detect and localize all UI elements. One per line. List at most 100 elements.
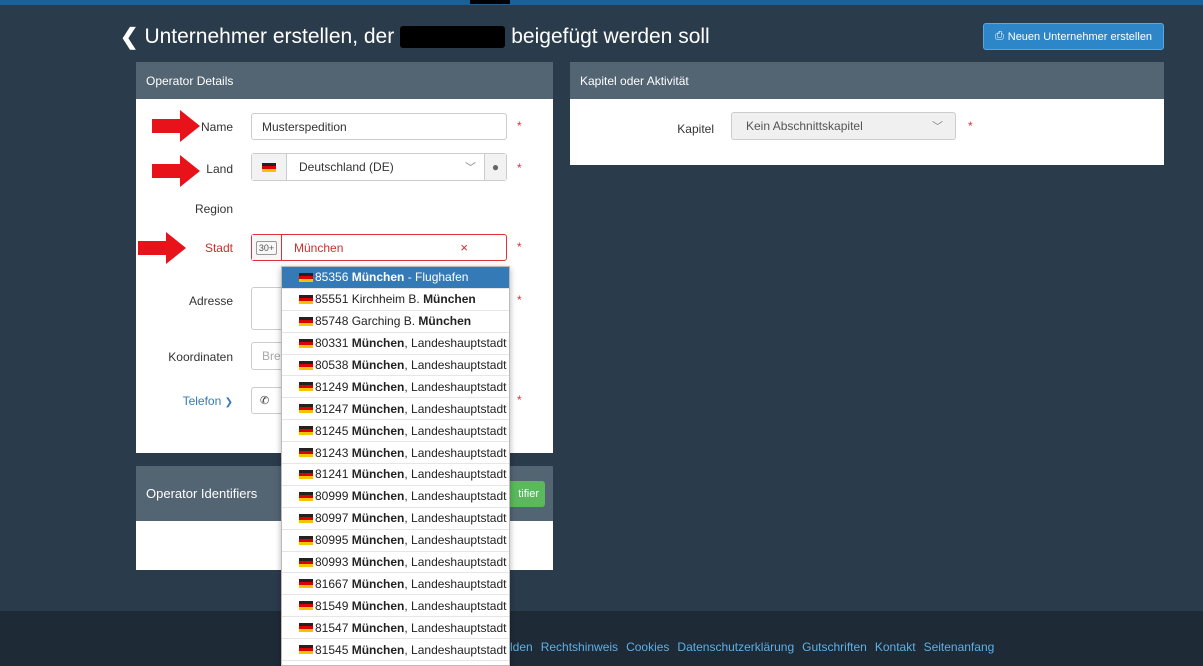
city-field[interactable]: 30+ München ×: [251, 234, 507, 261]
chevron-down-icon: ﹀: [465, 162, 476, 174]
footer-links: lden Rechtshinweis Cookies Datenschutzerklä…: [510, 640, 1002, 654]
flag-germany-icon: [299, 535, 313, 545]
flag-germany-icon: [252, 154, 287, 180]
chapter-header: Kapitel oder Aktivität: [570, 62, 1164, 99]
city-option-text: 81241 München, Landeshauptstadt: [315, 467, 507, 482]
chapter-select[interactable]: Kein Abschnittskapitel ﹀: [731, 112, 956, 140]
flag-germany-icon: [299, 623, 313, 633]
city-option[interactable]: 80538 München, Landeshauptstadt: [282, 355, 509, 377]
country-value: Deutschland (DE): [299, 160, 394, 174]
required-marker: *: [968, 119, 973, 133]
flag-germany-icon: [299, 448, 313, 458]
city-option-text: 81549 München, Landeshauptstadt: [315, 598, 507, 613]
chapter-panel: Kapitel oder Aktivität Kapitel Kein Absc…: [570, 62, 1164, 165]
city-option-text: 80999 München, Landeshauptstadt: [315, 489, 507, 504]
footer-link[interactable]: Kontakt: [875, 640, 916, 654]
page-title-text-after: beigefügt werden soll: [511, 25, 710, 48]
city-option[interactable]: 81547 München, Landeshauptstadt: [282, 617, 509, 640]
stadt-label: Stadt: [204, 241, 233, 255]
region-label: Region: [194, 202, 233, 216]
footer-link[interactable]: lden: [510, 640, 533, 654]
phone-icon: ✆: [260, 395, 270, 407]
page-title: ❮ Unternehmer erstellen, der beigefügt w…: [120, 24, 710, 50]
flag-germany-icon: [299, 360, 313, 370]
chapter-value: Kein Abschnittskapitel: [746, 119, 863, 133]
city-option[interactable]: 85551 Kirchheim B. München: [282, 289, 509, 311]
city-option-text: 81245 München, Landeshauptstadt: [315, 423, 507, 438]
flag-germany-icon: [299, 469, 313, 479]
new-operator-button[interactable]: ⎙ Neuen Unternehmer erstellen: [983, 23, 1164, 50]
city-option[interactable]: 80999 München, Landeshauptstadt: [282, 486, 509, 508]
result-count-badge: 30+: [255, 240, 278, 255]
footer-link[interactable]: Seitenanfang: [924, 640, 995, 654]
city-option-text: 85551 Kirchheim B. München: [315, 292, 476, 307]
city-option-text: 85356 München - Flughafen: [315, 270, 469, 285]
flag-germany-icon: [299, 426, 313, 436]
city-option-text: 80331 München, Landeshauptstadt: [315, 336, 507, 351]
footer-link[interactable]: Datenschutzerklärung: [677, 640, 794, 654]
kapitel-label: Kapitel: [677, 122, 714, 136]
required-marker: *: [517, 240, 522, 254]
printer-icon: ⎙: [994, 30, 1004, 42]
city-option-text: 81545 München, Landeshauptstadt: [315, 642, 507, 657]
name-label: Name: [200, 120, 233, 134]
city-option[interactable]: 81247 München, Landeshauptstadt: [282, 398, 509, 421]
flag-germany-icon: [299, 294, 313, 304]
koordinaten-label: Koordinaten: [168, 350, 233, 364]
flag-germany-icon: [299, 579, 313, 589]
new-operator-button-label: Neuen Unternehmer erstellen: [1007, 30, 1153, 43]
city-option[interactable]: 81549 München, Landeshauptstadt: [282, 595, 509, 618]
flag-germany-icon: [299, 601, 313, 611]
redaction-block: [470, 0, 510, 4]
redaction-block: [400, 26, 506, 48]
city-option[interactable]: 81667 München, Landeshauptstadt: [282, 573, 509, 596]
page-title-text-before: Unternehmer erstellen, der: [144, 25, 395, 48]
flag-germany-icon: [299, 272, 313, 282]
add-identifier-label: tifier: [518, 488, 539, 500]
top-bar: [0, 0, 1203, 5]
city-option-text: 80993 München, Landeshauptstadt: [315, 555, 507, 570]
telefon-toggle[interactable]: Telefon ❯: [160, 394, 233, 408]
operator-details-header: Operator Details: [136, 62, 553, 99]
telefon-label: Telefon: [182, 394, 222, 408]
footer-link[interactable]: Cookies: [626, 640, 669, 654]
footer-link[interactable]: Rechtshinweis: [541, 640, 618, 654]
required-marker: *: [517, 119, 522, 133]
country-select[interactable]: Deutschland (DE) ﹀ ●: [251, 153, 507, 181]
city-option-text: 81667 München, Landeshauptstadt: [315, 576, 507, 591]
city-option[interactable]: 81545 München, Landeshauptstadt: [282, 639, 509, 662]
flag-germany-icon: [299, 491, 313, 501]
city-option[interactable]: 85356 München - Flughafen: [282, 267, 509, 289]
city-option[interactable]: 81245 München, Landeshauptstadt: [282, 420, 509, 443]
name-field[interactable]: Musterspedition: [251, 113, 507, 140]
city-option[interactable]: 80993 München, Landeshauptstadt: [282, 552, 509, 574]
city-option-text: 80997 München, Landeshauptstadt: [315, 511, 507, 526]
city-option[interactable]: 80995 München, Landeshauptstadt: [282, 530, 509, 552]
flag-germany-icon: [299, 316, 313, 326]
required-marker: *: [517, 293, 522, 307]
required-marker: *: [517, 393, 522, 407]
flag-germany-icon: [299, 338, 313, 348]
footer: lden Rechtshinweis Cookies Datenschutzerklä…: [0, 611, 1203, 666]
flag-germany-icon: [299, 382, 313, 392]
chevron-down-icon: ❯: [224, 397, 233, 408]
flag-germany-icon: [299, 404, 313, 414]
clear-icon[interactable]: ×: [460, 240, 468, 255]
city-option-text: 81547 München, Landeshauptstadt: [315, 620, 507, 635]
city-option-text: 81249 München, Landeshauptstadt: [315, 379, 507, 394]
city-value: München: [294, 240, 344, 255]
city-option-text: 80995 München, Landeshauptstadt: [315, 533, 507, 548]
city-option[interactable]: 80331 München, Landeshauptstadt: [282, 333, 509, 355]
flag-germany-icon: [299, 645, 313, 655]
chevron-down-icon: ﹀: [932, 121, 943, 133]
footer-link[interactable]: Gutschriften: [802, 640, 867, 654]
city-option[interactable]: 80997 München, Landeshauptstadt: [282, 508, 509, 530]
city-option-text: 81247 München, Landeshauptstadt: [315, 401, 507, 416]
city-option[interactable]: 81249 München, Landeshauptstadt: [282, 376, 509, 399]
city-option[interactable]: 81243 München, Landeshauptstadt: [282, 442, 509, 465]
city-option[interactable]: 85748 Garching B. München: [282, 311, 509, 333]
city-option[interactable]: 81241 München, Landeshauptstadt: [282, 464, 509, 486]
city-option-text: 85748 Garching B. München: [315, 314, 472, 329]
chevron-left-icon[interactable]: ❮: [120, 24, 138, 50]
globe-icon[interactable]: ●: [484, 154, 506, 180]
